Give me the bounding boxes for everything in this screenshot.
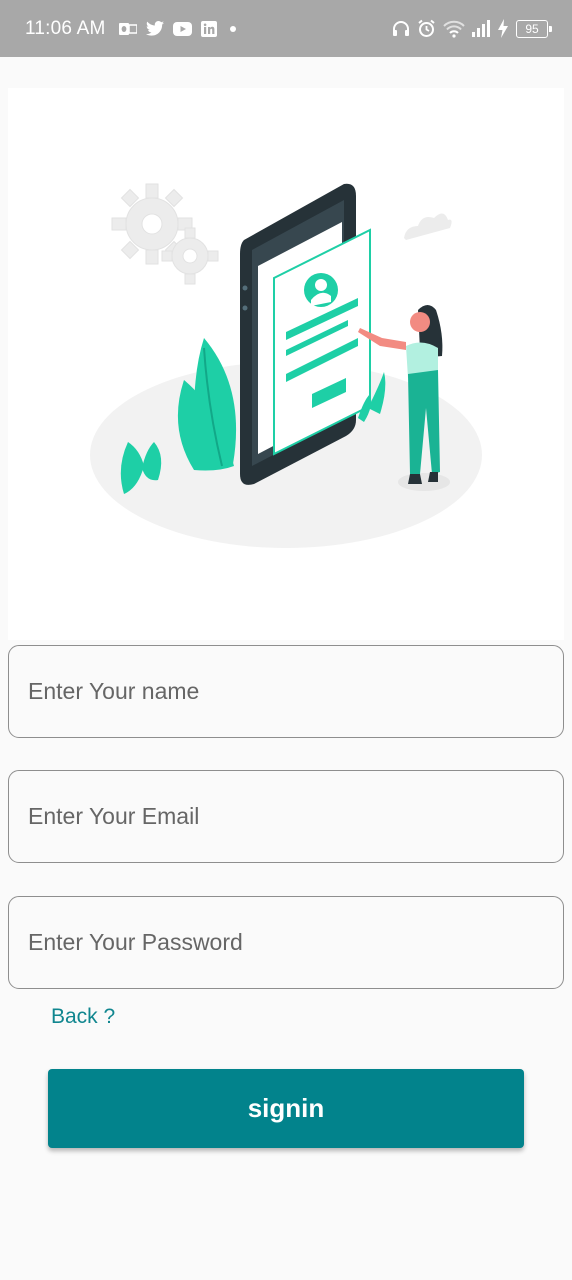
- name-field[interactable]: [8, 645, 564, 738]
- headphones-icon: [393, 20, 409, 36]
- status-system-icons: 95: [392, 19, 552, 38]
- email-input[interactable]: [9, 771, 563, 862]
- status-bar: 11:06 AM 95: [0, 0, 572, 57]
- linkedin-icon: [201, 20, 218, 37]
- cloud-icon: [404, 213, 452, 240]
- signin-button[interactable]: signin: [48, 1069, 524, 1148]
- registration-illustration: [90, 183, 482, 548]
- status-time: 11:06 AM: [25, 17, 106, 39]
- battery-indicator: 95: [516, 19, 552, 38]
- password-input[interactable]: [9, 897, 563, 988]
- charging-icon: [498, 19, 508, 38]
- name-input[interactable]: [9, 646, 563, 737]
- youtube-icon: [173, 21, 193, 36]
- wifi-icon: [443, 20, 465, 38]
- outlook-icon: [119, 22, 138, 35]
- email-field[interactable]: [8, 770, 564, 863]
- status-notification-icons: [119, 20, 240, 37]
- hero-illustration: [8, 88, 564, 640]
- password-field[interactable]: [8, 896, 564, 989]
- signal-icon: [472, 20, 490, 37]
- back-link[interactable]: Back ?: [51, 1005, 115, 1029]
- notification-dot-icon: [230, 25, 237, 32]
- alarm-icon: [418, 19, 435, 37]
- twitter-icon: [146, 21, 165, 36]
